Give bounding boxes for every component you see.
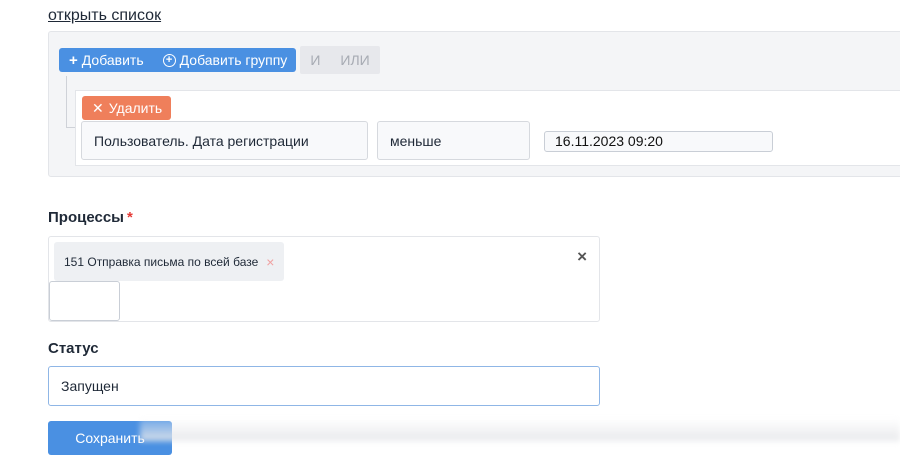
status-label: Статус — [48, 340, 99, 357]
required-mark: * — [126, 209, 133, 226]
plus-icon: + — [69, 51, 78, 69]
query-builder: + Добавить + Добавить группу И ИЛИ ✕ Уда… — [48, 31, 900, 177]
status-select[interactable]: Запущен — [48, 366, 600, 406]
processes-search-input[interactable] — [49, 281, 120, 321]
selected-tag: 151 Отправка письма по всей базе × — [54, 242, 285, 281]
add-rule-label: Добавить — [81, 52, 144, 68]
open-list-link[interactable]: открыть список — [48, 7, 161, 25]
tag-label: 151 Отправка письма по всей базе — [64, 254, 259, 269]
delete-rule-button[interactable]: ✕ Удалить — [82, 96, 172, 120]
plus-circle-icon: + — [162, 53, 176, 67]
processes-label: Процессы * — [48, 209, 133, 226]
bottom-fade-overlay — [140, 418, 900, 441]
rule-field-select[interactable]: Пользователь. Дата регистрации — [81, 121, 368, 160]
and-button[interactable]: И — [300, 46, 330, 74]
rule-operator-select[interactable]: меньше — [377, 121, 530, 160]
rule-value-input[interactable]: 16.11.2023 09:20 — [544, 131, 773, 152]
close-icon: ✕ — [92, 99, 104, 116]
filter-rule: ✕ Удалить Пользователь. Дата регистрации… — [75, 90, 900, 166]
tag-remove-icon[interactable]: × — [266, 254, 274, 270]
logic-toggle: И ИЛИ — [300, 46, 380, 74]
builder-toolbar: + Добавить + Добавить группу И ИЛИ — [59, 46, 380, 74]
or-button[interactable]: ИЛИ — [330, 46, 379, 74]
processes-multiselect[interactable]: 151 Отправка письма по всей базе × × — [48, 236, 600, 322]
add-group-label: Добавить группу — [179, 52, 288, 68]
clear-all-icon[interactable]: × — [577, 247, 587, 267]
processes-label-text: Процессы — [48, 209, 124, 226]
delete-rule-label: Удалить — [108, 100, 163, 116]
add-rule-button[interactable]: + Добавить — [59, 48, 153, 72]
add-group-button[interactable]: + Добавить группу — [152, 48, 297, 72]
